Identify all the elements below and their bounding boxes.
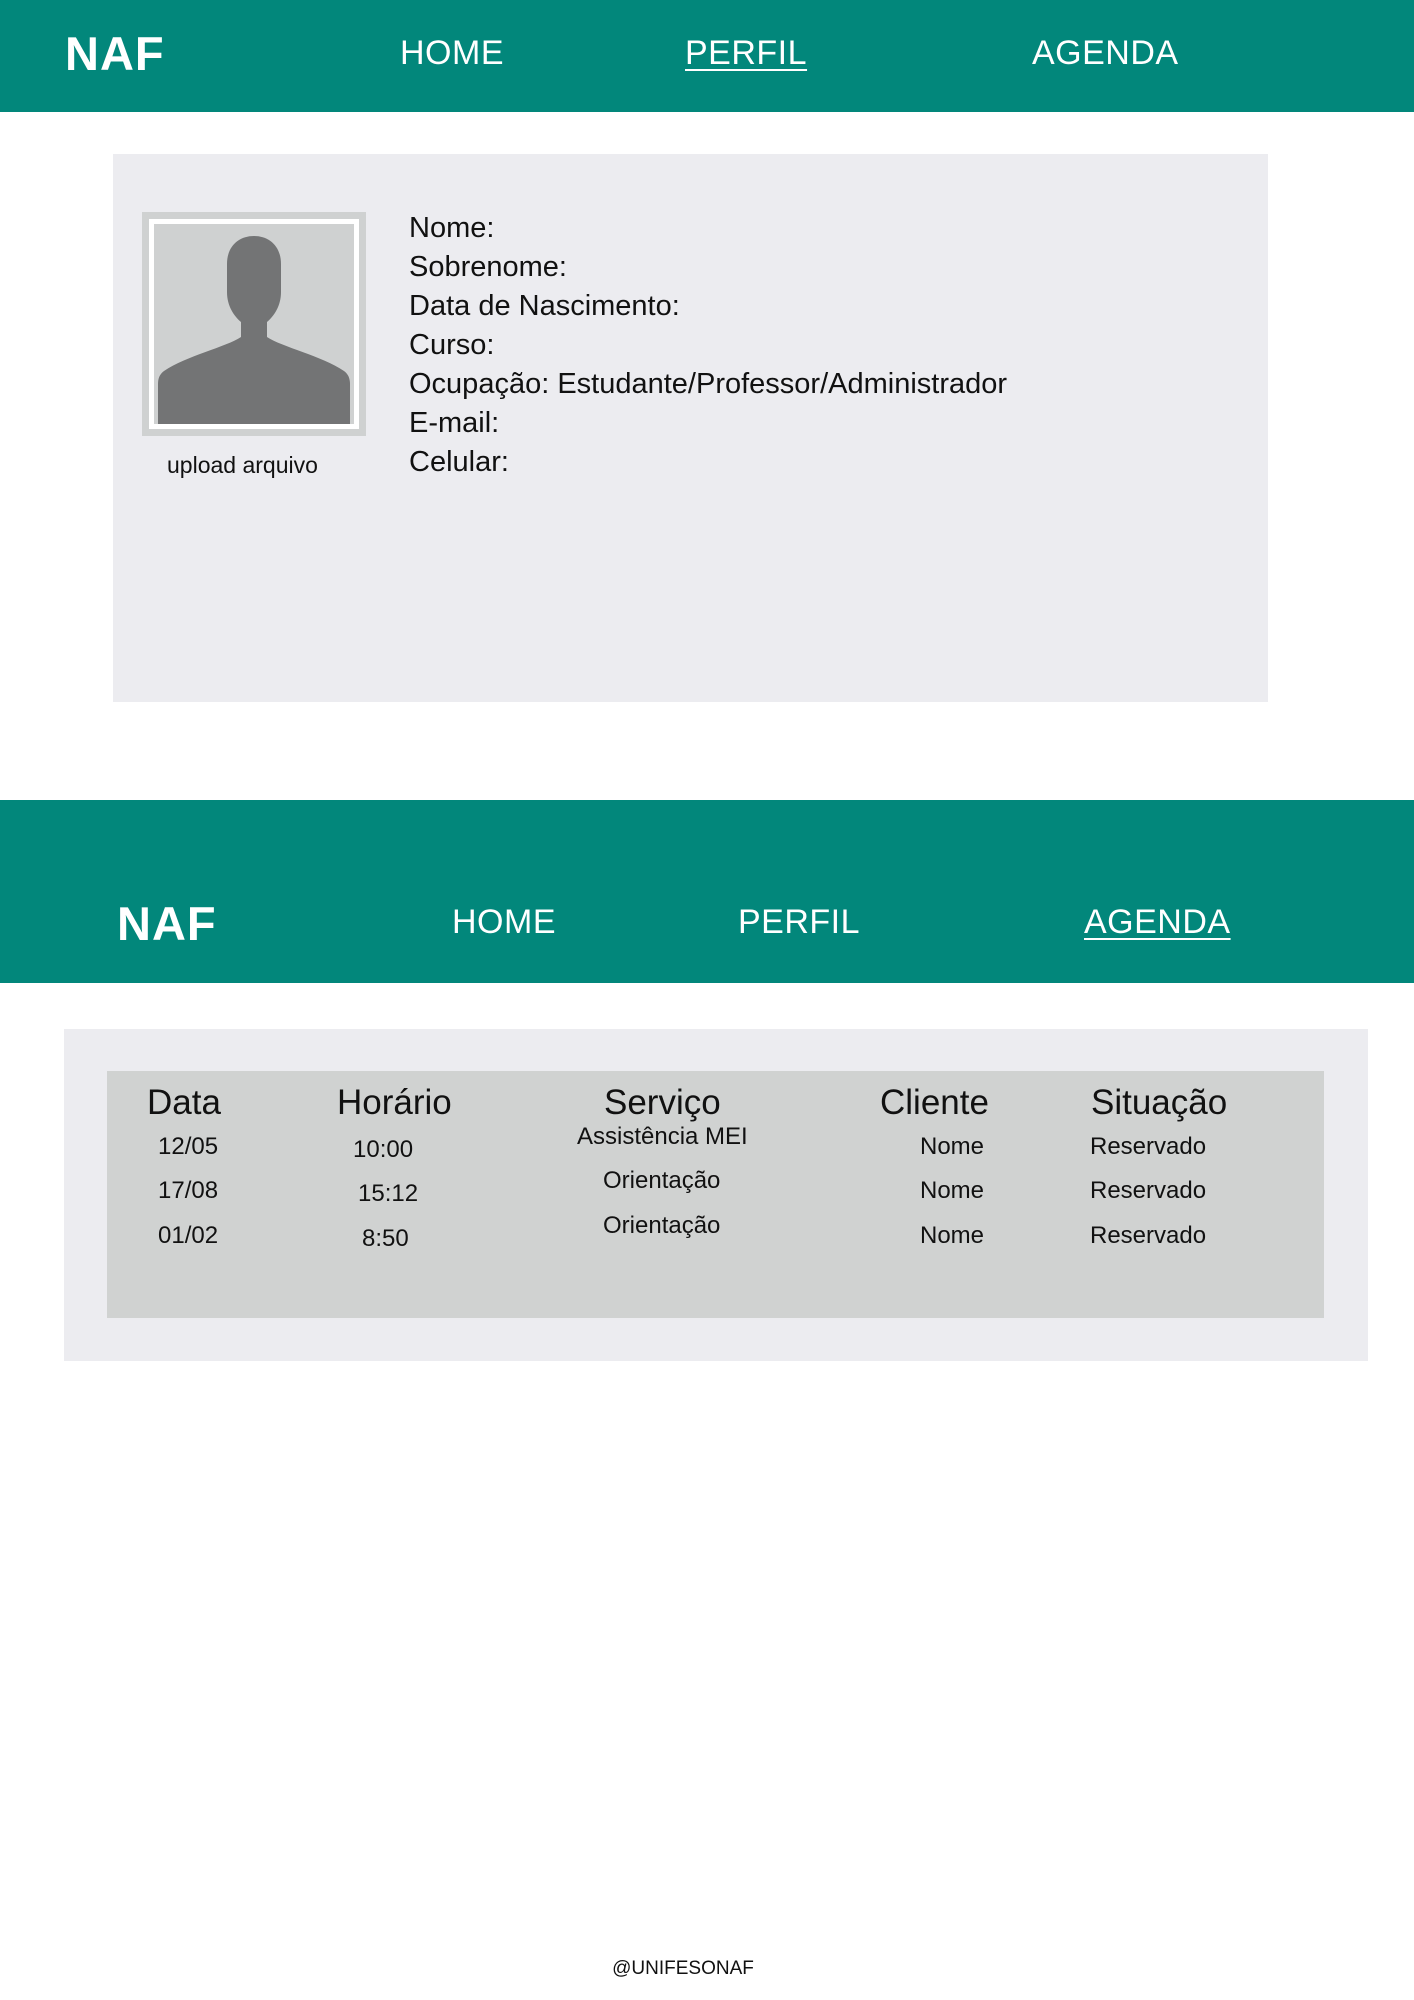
- column-header-cliente: Cliente: [880, 1083, 989, 1122]
- brand-logo[interactable]: NAF: [65, 26, 165, 81]
- cell-servico: Orientação: [603, 1212, 721, 1239]
- profile-card: upload arquivo Nome: Sobrenome: Data de …: [113, 154, 1268, 702]
- field-data-nascimento: Data de Nascimento:: [409, 290, 680, 322]
- cell-horario: 10:00: [353, 1136, 414, 1163]
- nav-perfil-link[interactable]: PERFIL: [685, 34, 807, 73]
- cell-situacao: Reservado: [1090, 1222, 1207, 1249]
- cell-servico: Assistência MEI: [577, 1123, 748, 1150]
- column-header-data: Data: [147, 1083, 221, 1122]
- cell-situacao: Reservado: [1090, 1177, 1207, 1204]
- field-ocupacao: Ocupação: Estudante/Professor/Administra…: [409, 368, 1008, 400]
- profile-fields: Nome: Sobrenome: Data de Nascimento: Cur…: [409, 209, 1007, 482]
- nav-perfil-link[interactable]: PERFIL: [738, 903, 860, 942]
- cell-cliente: Nome: [920, 1133, 985, 1160]
- top-navbar-agenda: NAF HOME PERFIL AGENDA: [0, 800, 1414, 983]
- cell-horario: 8:50: [362, 1225, 409, 1252]
- cell-data: 01/02: [158, 1222, 219, 1249]
- upload-file-link[interactable]: upload arquivo: [167, 452, 318, 479]
- field-curso: Curso:: [409, 329, 495, 361]
- column-header-horario: Horário: [337, 1083, 452, 1122]
- brand-logo[interactable]: NAF: [117, 896, 217, 951]
- cell-data: 12/05: [158, 1133, 219, 1160]
- field-nome: Nome:: [409, 212, 495, 244]
- field-sobrenome: Sobrenome:: [409, 251, 567, 283]
- nav-agenda-link[interactable]: AGENDA: [1032, 34, 1179, 73]
- cell-cliente: Nome: [920, 1222, 985, 1249]
- column-header-servico: Serviço: [604, 1083, 721, 1122]
- cell-situacao: Reservado: [1090, 1133, 1207, 1160]
- user-silhouette-icon: [158, 236, 350, 424]
- footer-handle: @UNIFESONAF: [612, 1958, 754, 1979]
- cell-data: 17/08: [158, 1177, 219, 1204]
- cell-servico: Orientação: [603, 1167, 721, 1194]
- cell-horario: 15:12: [358, 1180, 419, 1207]
- agenda-table: Data Horário Serviço Cliente Situação 12…: [107, 1071, 1324, 1318]
- field-celular: Celular:: [409, 446, 509, 478]
- nav-agenda-link[interactable]: AGENDA: [1084, 903, 1231, 942]
- field-email: E-mail:: [409, 407, 500, 439]
- top-navbar-perfil: NAF HOME PERFIL AGENDA: [0, 0, 1414, 112]
- agenda-panel: Data Horário Serviço Cliente Situação 12…: [64, 1029, 1368, 1361]
- nav-home-link[interactable]: HOME: [400, 34, 504, 73]
- column-header-situacao: Situação: [1091, 1083, 1228, 1122]
- avatar-frame[interactable]: [142, 212, 366, 436]
- cell-cliente: Nome: [920, 1177, 985, 1204]
- avatar: [149, 219, 359, 429]
- nav-home-link[interactable]: HOME: [452, 903, 556, 942]
